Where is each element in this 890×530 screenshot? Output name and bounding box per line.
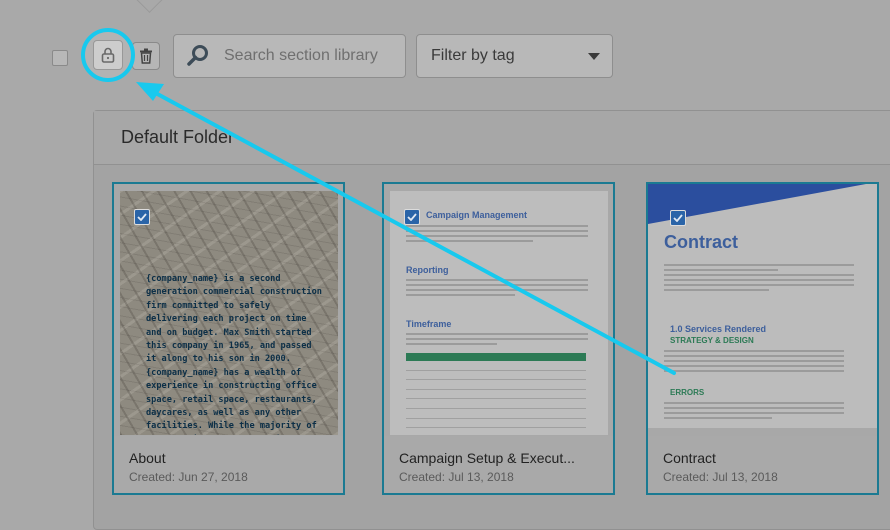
preview-paragraph: [406, 225, 588, 245]
card-meta: Contract Created: Jul 13, 2018: [648, 436, 877, 493]
lock-icon: [101, 47, 115, 63]
checkmark-icon: [407, 213, 417, 221]
preview-paragraph: [664, 402, 844, 422]
section-card-campaign-setup[interactable]: Campaign Management Reporting Timeframe …: [382, 182, 615, 495]
card-thumbnail: Campaign Management Reporting Timeframe: [390, 191, 608, 435]
preview-heading: Reporting: [406, 265, 449, 275]
filter-by-tag-dropdown[interactable]: Filter by tag: [416, 34, 613, 78]
trash-icon: [140, 48, 152, 64]
checkmark-icon: [673, 214, 683, 222]
card-date: Created: Jul 13, 2018: [663, 470, 778, 484]
preview-heading: Campaign Management: [426, 210, 528, 220]
card-checkbox[interactable]: [404, 209, 420, 225]
checkmark-icon: [137, 213, 147, 221]
card-thumbnail: {company_name} is a second generation co…: [120, 191, 338, 435]
search-icon: [186, 43, 210, 69]
search-input[interactable]: [222, 46, 406, 66]
section-library-toolbar: Filter by tag: [0, 0, 890, 110]
document-preview: Campaign Management Reporting Timeframe: [390, 191, 608, 435]
chevron-down-icon: [588, 52, 600, 60]
card-meta: Campaign Setup & Execut... Created: Jul …: [384, 436, 613, 493]
card-title: Campaign Setup & Execut...: [399, 450, 575, 466]
card-checkbox[interactable]: [134, 209, 150, 225]
preview-heading: 1.0 Services Rendered: [670, 324, 767, 334]
preview-heading: Contract: [664, 232, 739, 252]
card-meta: About Created: Jun 27, 2018: [114, 436, 343, 493]
card-date: Created: Jun 27, 2018: [129, 470, 248, 484]
preview-paragraph: [664, 264, 854, 294]
card-title: Contract: [663, 450, 716, 466]
card-date: Created: Jul 13, 2018: [399, 470, 514, 484]
folder-title: Default Folder: [94, 111, 890, 165]
preview-paragraph: [406, 333, 588, 348]
card-title: About: [129, 450, 166, 466]
section-card-contract[interactable]: Contract 1.0 Services Rendered STRATEGY …: [646, 182, 879, 495]
select-all-checkbox[interactable]: [52, 50, 68, 66]
preview-paragraph: [664, 350, 844, 375]
section-card-about[interactable]: {company_name} is a second generation co…: [112, 182, 345, 495]
preview-heading: Timeframe: [406, 319, 452, 329]
preview-heading: ERRORS: [670, 388, 705, 397]
card-checkbox[interactable]: [670, 210, 686, 226]
delete-button[interactable]: [132, 42, 160, 70]
filter-label: Filter by tag: [431, 47, 515, 64]
preview-table: [406, 353, 586, 435]
thumbnail-text: {company_name} is a second generation co…: [146, 274, 322, 435]
lock-button[interactable]: [93, 40, 123, 70]
search-box[interactable]: [173, 34, 406, 78]
preview-heading: STRATEGY & DESIGN: [670, 336, 754, 345]
preview-paragraph: [406, 279, 588, 299]
